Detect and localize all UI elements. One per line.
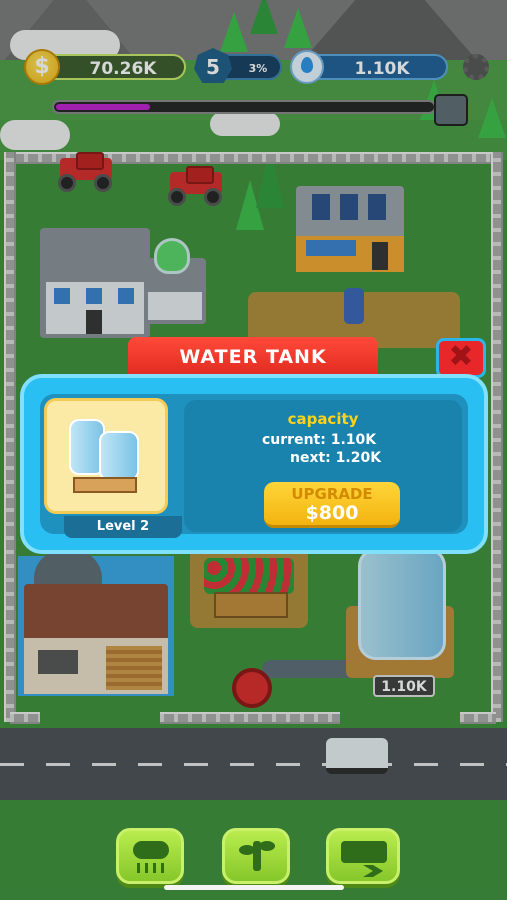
leaf [239, 845, 255, 855]
leaf [259, 841, 275, 851]
current-capacity: current: 1.10K [262, 432, 376, 448]
current-value: 1.10K [330, 432, 377, 448]
upgrade-button[interactable]: UPGRADE $800 [264, 482, 400, 528]
modal-title: WATER TANK [128, 337, 378, 377]
water-tank-icon [99, 431, 139, 481]
water-tank-panel: Level 2 capacity current: 1.10K next: 1.… [20, 374, 488, 554]
capacity-title: capacity [287, 410, 359, 428]
delivery-truck-icon [341, 841, 387, 863]
tank-stand [73, 477, 137, 493]
close-x-icon[interactable]: ✖ [436, 338, 486, 378]
delivery-button[interactable] [326, 828, 400, 884]
fast-forward-icon [363, 865, 383, 877]
home-indicator[interactable] [164, 885, 344, 890]
rain-cloud-icon [133, 841, 169, 859]
rain-button[interactable] [116, 828, 184, 884]
current-label: current: [262, 432, 326, 448]
upgrade-price: $800 [305, 502, 359, 524]
rain-drops [137, 863, 165, 873]
capacity-info: capacity current: 1.10K next: 1.20K UPGR… [184, 400, 462, 532]
next-capacity: next: 1.20K [290, 450, 381, 466]
next-value: 1.20K [335, 450, 382, 466]
item-level: Level 2 [64, 516, 182, 538]
plant-button[interactable] [222, 828, 290, 884]
upgrade-label: UPGRADE [291, 485, 373, 503]
item-card [44, 398, 168, 514]
next-label: next: [290, 450, 331, 466]
